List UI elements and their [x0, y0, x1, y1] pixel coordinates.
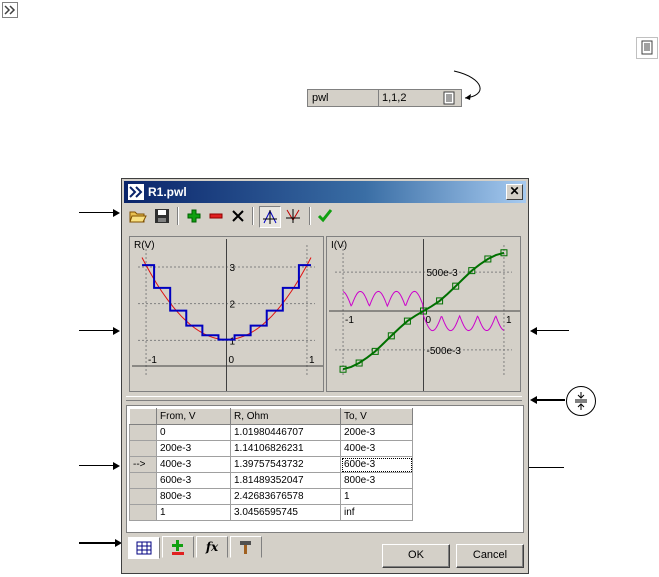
cell-to[interactable]: 1: [340, 488, 413, 505]
document-icon[interactable]: [636, 37, 658, 59]
minus-icon[interactable]: [206, 206, 226, 226]
curve-view-alt-icon[interactable]: [283, 206, 303, 226]
y-tick-label: 500e-3: [427, 268, 459, 279]
hammer-icon: [240, 541, 251, 554]
x-tick-label: -1: [148, 355, 157, 366]
annotation-arrowhead-table: [113, 462, 120, 470]
cell-from[interactable]: 1: [156, 504, 231, 521]
cell-to[interactable]: inf: [340, 504, 413, 521]
table-row[interactable]: 1 3.0456595745 inf: [129, 504, 413, 521]
row-marker[interactable]: [129, 488, 157, 505]
cell-r[interactable]: 1.81489352047: [230, 472, 341, 489]
splitter-icon: [566, 386, 596, 416]
tab-table[interactable]: [128, 537, 160, 559]
table-row[interactable]: --> 400e-3 1.39757543732 600e-3: [129, 456, 413, 473]
y-tick-label: -500e-3: [427, 346, 462, 357]
property-row: pwl 1,1,2: [307, 89, 462, 107]
row-marker[interactable]: [129, 472, 157, 489]
table-corner: [129, 408, 157, 425]
right-plot-ylabel: I(V): [331, 240, 348, 251]
column-header-from[interactable]: From, V: [156, 408, 231, 425]
row-marker[interactable]: [129, 440, 157, 457]
annotation-arrow-table: [79, 465, 117, 466]
splitter-bar[interactable]: [126, 396, 522, 401]
x-tick-label: 0: [229, 355, 235, 366]
annotation-arrowhead-toolbar: [113, 209, 120, 217]
cell-r[interactable]: 1.14106826231: [230, 440, 341, 457]
cell-to[interactable]: 200e-3: [340, 424, 413, 441]
toolbar-separator: [177, 207, 179, 225]
property-value-field[interactable]: 1,1,2: [382, 92, 406, 104]
tab-function[interactable]: fx: [196, 536, 228, 558]
annotation-arrowhead-plot-right: [530, 327, 537, 335]
annotation-arrowhead-plot-left: [113, 327, 120, 335]
cell-r[interactable]: 1.39757543732: [230, 456, 341, 473]
table-row[interactable]: 800e-3 2.42683676578 1: [129, 488, 413, 505]
row-marker[interactable]: [129, 424, 157, 441]
toolbar-separator: [252, 207, 254, 225]
fx-icon: fx: [205, 540, 219, 554]
window-title: R1.pwl: [148, 185, 187, 199]
cross-icon[interactable]: [228, 206, 248, 226]
tab-add-row[interactable]: [162, 536, 194, 558]
callout-curve: [453, 70, 481, 100]
plus-icon[interactable]: [184, 206, 204, 226]
y-tick-label: 3: [230, 263, 236, 274]
cell-to[interactable]: 800e-3: [340, 472, 413, 489]
curve-view-icon[interactable]: [259, 206, 281, 228]
floppy-disk-icon[interactable]: [152, 206, 172, 226]
column-header-to[interactable]: To, V: [340, 408, 413, 425]
x-tick-label: 1: [309, 355, 315, 366]
table-row[interactable]: 600e-3 1.81489352047 800e-3: [129, 472, 413, 489]
x-tick-label: 0: [426, 315, 432, 326]
window-icon: [128, 184, 144, 200]
pwl-editor-window: R1.pwl ✕ -1 0 1 3 2 1 R(V) -1 0 1 500e-3 -500e-3 …: [121, 178, 529, 574]
annotation-arrow-toolbar: [79, 212, 117, 213]
annotation-arrow-tabs: [79, 542, 119, 544]
left-plot-ylabel: R(V): [134, 240, 155, 251]
row-marker[interactable]: [129, 504, 157, 521]
cell-to[interactable]: 400e-3: [340, 440, 413, 457]
close-button[interactable]: ✕: [506, 184, 523, 200]
folder-open-icon[interactable]: [128, 206, 148, 226]
cell-to-selected[interactable]: 600e-3: [340, 456, 413, 473]
title-bar: R1.pwl ✕: [124, 181, 526, 203]
cell-from[interactable]: 800e-3: [156, 488, 231, 505]
table-row[interactable]: 0 1.01980446707 200e-3: [129, 424, 413, 441]
x-tick-label: 1: [506, 315, 512, 326]
check-icon[interactable]: [315, 206, 335, 226]
tab-tools[interactable]: [230, 536, 262, 558]
cell-from[interactable]: 400e-3: [156, 456, 231, 473]
cell-from[interactable]: 600e-3: [156, 472, 231, 489]
cell-r[interactable]: 3.0456595745: [230, 504, 341, 521]
cell-from[interactable]: 0: [156, 424, 231, 441]
app-logo-icon: [2, 2, 18, 18]
cell-r[interactable]: 2.42683676578: [230, 488, 341, 505]
toolbar-separator: [309, 207, 311, 225]
annotation-arrow-splitter: [533, 399, 565, 401]
resistance-plot[interactable]: -1 0 1 3 2 1 R(V): [129, 236, 324, 392]
table-row[interactable]: 200e-3 1.14106826231 400e-3: [129, 440, 413, 457]
property-name: pwl: [312, 92, 329, 104]
add-row-icon: [172, 540, 184, 555]
column-header-r[interactable]: R, Ohm: [230, 408, 341, 425]
current-plot[interactable]: -1 0 1 500e-3 -500e-3 I(V): [326, 236, 521, 392]
y-tick-label: 2: [230, 300, 236, 311]
annotation-arrowhead-splitter: [530, 396, 537, 404]
pwl-table-pane: From, V R, Ohm To, V 0 1.01980446707 200…: [126, 405, 524, 533]
table-icon: [136, 541, 152, 555]
cancel-button[interactable]: Cancel: [456, 544, 524, 568]
ok-button[interactable]: OK: [382, 544, 450, 568]
x-tick-label: -1: [345, 315, 354, 326]
annotation-arrow-plot-left: [79, 330, 117, 331]
cell-r[interactable]: 1.01980446707: [230, 424, 341, 441]
cell-from[interactable]: 200e-3: [156, 440, 231, 457]
row-marker[interactable]: -->: [129, 456, 157, 473]
annotation-arrow-plot-right: [533, 330, 569, 331]
